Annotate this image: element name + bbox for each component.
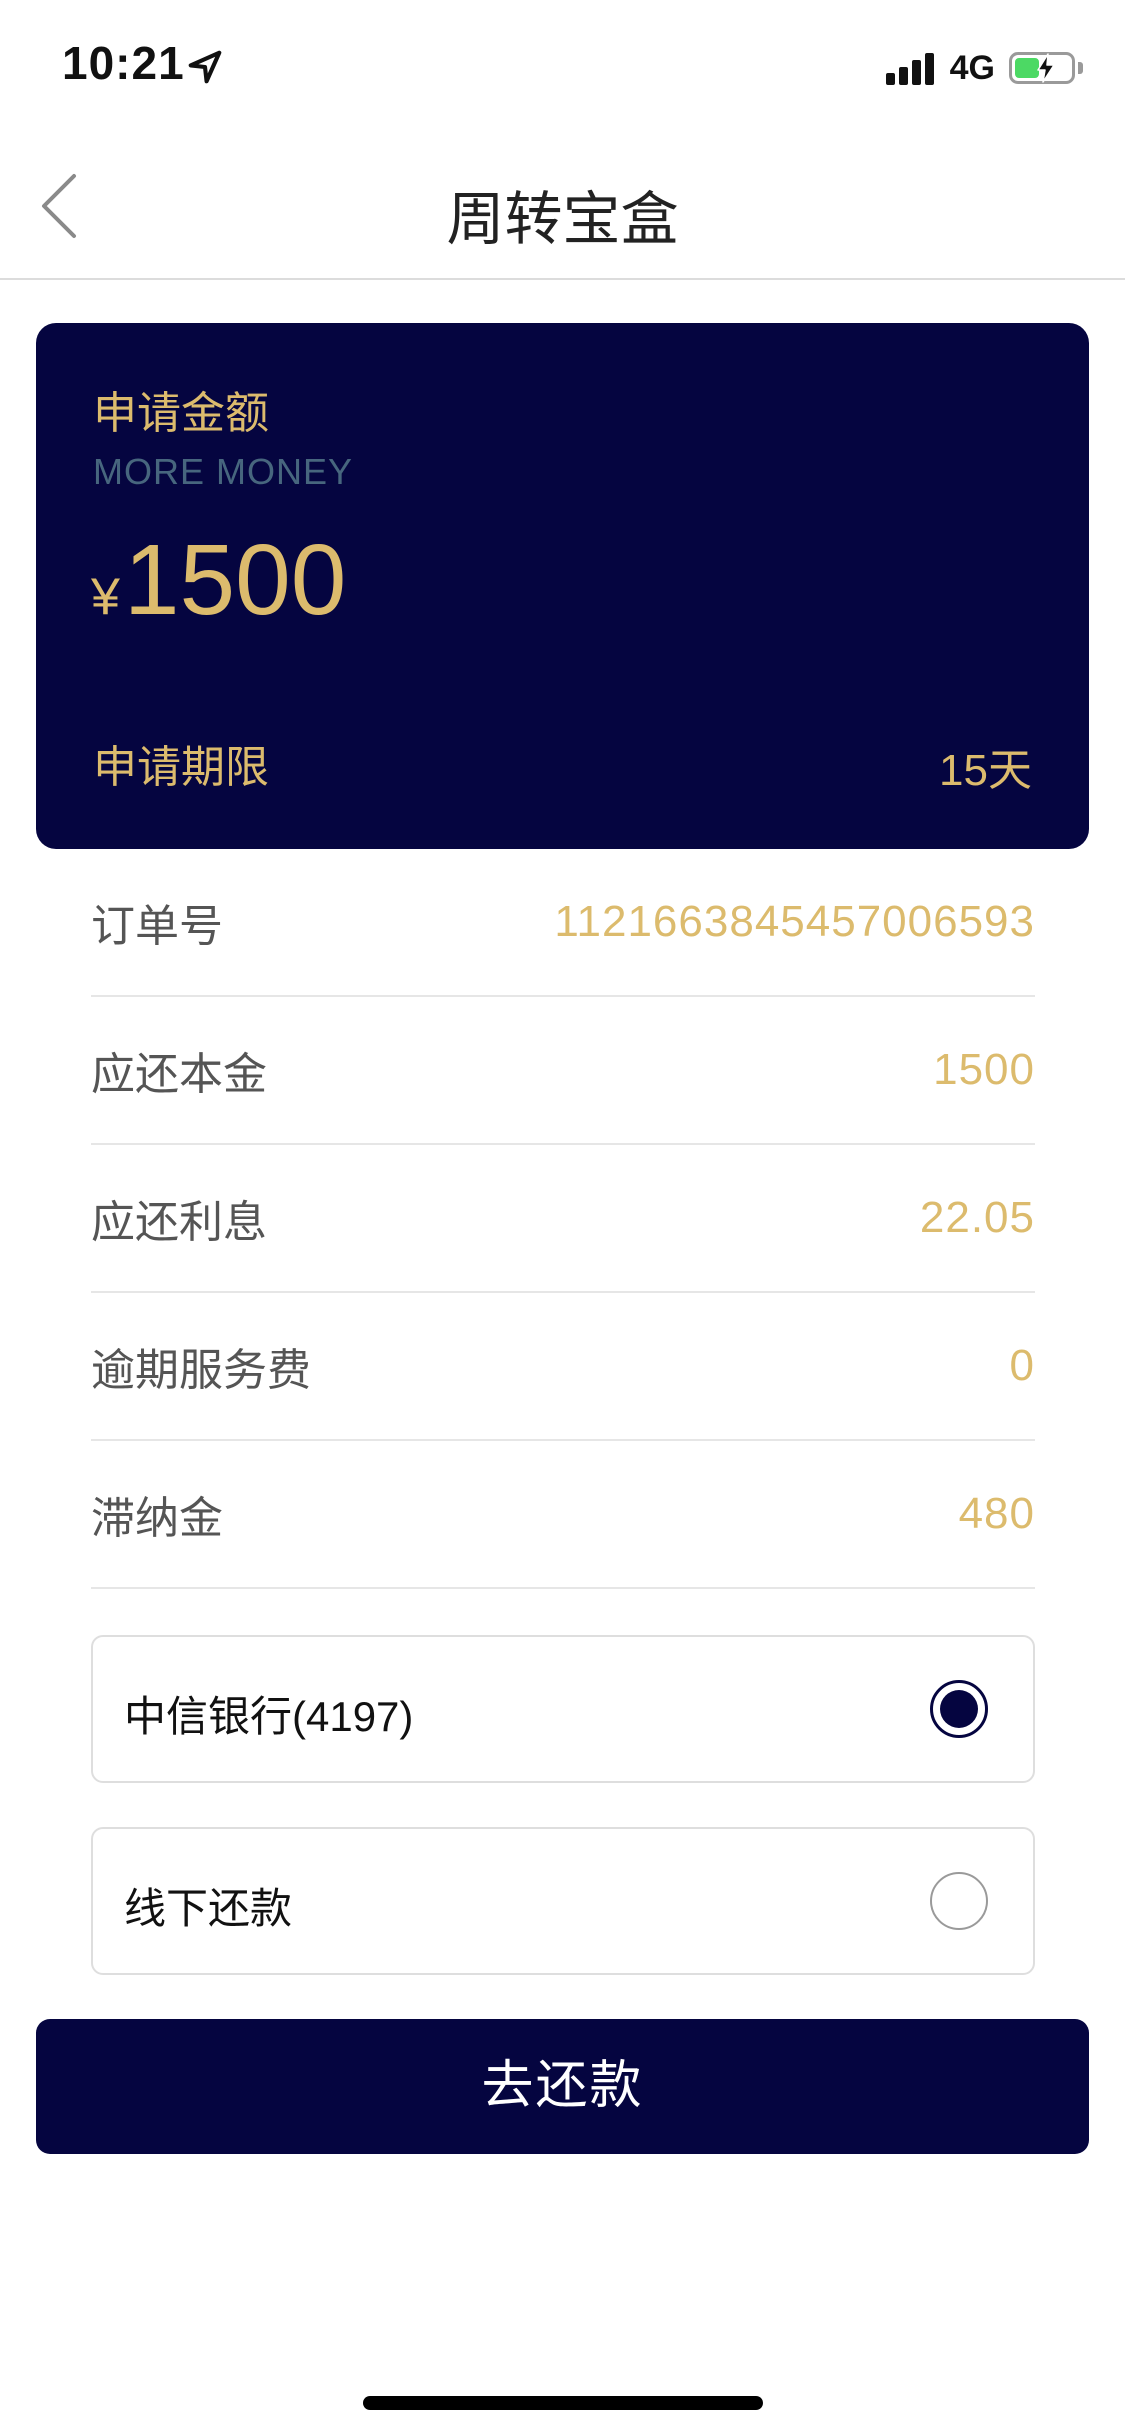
battery-cap [1078, 62, 1083, 74]
payment-option-label: 中信银行(4197) [124, 1693, 414, 1740]
order-details: 订单号 1121663845457006593 应还本金 1500 应还利息 2… [91, 849, 1035, 1589]
battery-icon [1009, 52, 1075, 84]
amount-value: 1500 [123, 524, 347, 636]
radio-unselected-icon[interactable] [930, 1872, 988, 1930]
radio-selected-icon[interactable] [930, 1680, 988, 1738]
order-number-label: 订单号 [91, 902, 223, 951]
status-indicators: 4G [885, 48, 1083, 88]
overdue-fee-row: 逾期服务费 0 [91, 1293, 1035, 1441]
currency-symbol: ¥ [91, 568, 120, 626]
page-title: 周转宝盒 [446, 187, 679, 252]
overdue-fee-label: 逾期服务费 [91, 1346, 311, 1395]
order-number-value: 1121663845457006593 [554, 897, 1035, 946]
order-number-row: 订单号 1121663845457006593 [91, 849, 1035, 997]
amount-label: 申请金额 [93, 389, 269, 438]
nav-bar: 周转宝盒 [0, 132, 1125, 280]
principal-value: 1500 [933, 1045, 1035, 1094]
term-label: 申请期限 [93, 743, 269, 792]
principal-label: 应还本金 [91, 1050, 267, 1099]
payment-option-label: 线下还款 [124, 1885, 293, 1932]
overdue-fee-value: 0 [1009, 1341, 1035, 1390]
payment-option-bank[interactable]: 中信银行(4197) [91, 1635, 1035, 1783]
payment-option-offline[interactable]: 线下还款 [91, 1827, 1035, 1975]
late-fee-value: 480 [958, 1489, 1035, 1538]
loan-summary-card: 申请金额 MORE MONEY ¥1500 申请期限 15天 [36, 323, 1089, 849]
interest-value: 22.05 [919, 1193, 1035, 1242]
interest-row: 应还利息 22.05 [91, 1145, 1035, 1293]
signal-icon [885, 51, 938, 85]
amount-display: ¥1500 [91, 523, 346, 638]
principal-row: 应还本金 1500 [91, 997, 1035, 1145]
network-type: 4G [949, 48, 995, 87]
location-arrow-icon [188, 50, 222, 84]
amount-subtitle: MORE MONEY [93, 451, 354, 492]
interest-label: 应还利息 [91, 1198, 267, 1247]
status-bar: 10:21 4G [0, 0, 1125, 132]
late-fee-label: 滞纳金 [91, 1494, 223, 1543]
status-time: 10:21 [62, 37, 185, 89]
repay-button[interactable]: 去还款 [36, 2019, 1089, 2154]
late-fee-row: 滞纳金 480 [91, 1441, 1035, 1589]
term-value: 15天 [939, 746, 1032, 795]
home-indicator[interactable] [363, 2396, 763, 2410]
